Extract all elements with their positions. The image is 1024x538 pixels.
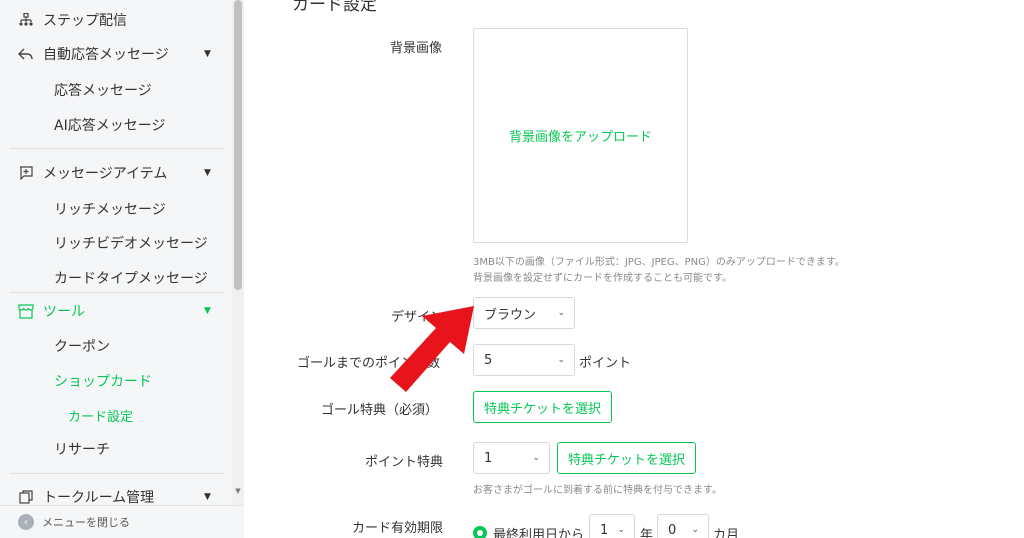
goal-points-value: 5 xyxy=(484,352,493,368)
upload-background-link[interactable]: 背景画像をアップロード xyxy=(509,126,652,145)
point-reward-value: 1 xyxy=(484,450,493,466)
chevron-left-icon: ‹ xyxy=(18,514,34,530)
add-message-icon xyxy=(17,164,35,182)
sidebar-subitem-card-type[interactable]: カードタイプメッセージ xyxy=(54,268,208,288)
talk-room-icon xyxy=(17,488,35,505)
sidebar-item-auto-reply[interactable]: 自動応答メッセージ ▼ xyxy=(0,39,232,69)
page-title: カード設定 xyxy=(292,0,377,15)
year-unit: 年 xyxy=(640,528,654,538)
points-unit: ポイント xyxy=(579,356,632,371)
chevron-down-icon: ⌄ xyxy=(557,308,565,318)
background-upload-area[interactable]: 背景画像をアップロード xyxy=(473,28,688,243)
divider xyxy=(10,473,225,474)
divider xyxy=(10,292,225,293)
scrollbar-thumb[interactable] xyxy=(234,0,242,290)
sidebar-item-talk-room[interactable]: トークルーム管理 ▼ xyxy=(0,482,232,505)
sidebar-subitem-rich-message[interactable]: リッチメッセージ xyxy=(54,199,166,219)
expiry-month-select[interactable]: 0 ⌄ xyxy=(657,514,709,538)
close-menu-button[interactable]: ‹ メニューを閉じる xyxy=(0,505,244,538)
scroll-down-arrow-icon[interactable]: ▼ xyxy=(234,487,242,495)
expiry-year-value: 1 xyxy=(600,522,609,538)
expiry-year-select[interactable]: 1 ⌄ xyxy=(589,514,635,538)
sidebar-subitem-reply-message[interactable]: 応答メッセージ xyxy=(54,80,152,100)
sidebar-scrollbar[interactable]: ▼ xyxy=(232,0,244,505)
point-reward-help-text: お客さまがゴールに到着する前に特典を付与できます。 xyxy=(473,485,722,496)
expiry-month-value: 0 xyxy=(668,522,677,538)
sidebar-item-step-delivery[interactable]: ステップ配信 xyxy=(0,5,232,35)
point-reward-select-ticket-button[interactable]: 特典チケットを選択 xyxy=(557,442,697,474)
sidebar-item-label: メッセージアイテム xyxy=(43,166,168,182)
reply-icon xyxy=(17,45,35,63)
sidebar-nav: ステップ配信 自動応答メッセージ ▼ 応答メッセージ AI応答メッセージ メッセ… xyxy=(0,0,232,505)
chevron-down-icon: ⌄ xyxy=(691,525,699,535)
sidebar-subitem-ai-reply[interactable]: AI応答メッセージ xyxy=(54,115,165,135)
sidebar-item-label: ステップ配信 xyxy=(43,13,127,29)
point-reward-label: ポイント特典 xyxy=(365,455,444,470)
chevron-down-icon: ⌄ xyxy=(617,525,625,535)
main-content: カード設定 背景画像 背景画像をアップロード 3MB以下の画像（ファイル形式：J… xyxy=(245,0,1024,538)
sidebar-subitem-research[interactable]: リサーチ xyxy=(54,439,110,459)
upload-help-text: 3MB以下の画像（ファイル形式：JPG、JPEG、PNG）のみアップロードできま… xyxy=(473,257,845,268)
expiry-option-label: 最終利用日から xyxy=(493,528,585,538)
caret-down-icon: ▼ xyxy=(204,306,211,316)
month-unit: カ月 xyxy=(713,528,740,538)
sidebar: ステップ配信 自動応答メッセージ ▼ 応答メッセージ AI応答メッセージ メッセ… xyxy=(0,0,244,538)
chevron-down-icon: ⌄ xyxy=(557,355,565,365)
hierarchy-icon xyxy=(17,11,35,29)
close-menu-label: メニューを閉じる xyxy=(42,516,130,529)
caret-down-icon: ▼ xyxy=(204,49,211,59)
point-reward-select[interactable]: 1 ⌄ xyxy=(473,442,550,474)
upload-help-text-2: 背景画像を設定せずにカードを作成することも可能です。 xyxy=(473,273,732,284)
sidebar-subitem-coupon[interactable]: クーポン xyxy=(54,336,110,356)
annotation-arrow-icon xyxy=(390,306,474,392)
sidebar-item-label: ツール xyxy=(43,304,85,320)
sidebar-item-label: トークルーム管理 xyxy=(43,490,155,505)
card-expiry-label: カード有効期限 xyxy=(352,521,444,536)
sidebar-item-label: 自動応答メッセージ xyxy=(43,47,169,63)
goal-reward-select-ticket-button[interactable]: 特典チケットを選択 xyxy=(473,391,613,423)
goal-points-select[interactable]: 5 ⌄ xyxy=(473,344,575,376)
divider xyxy=(10,148,225,149)
sidebar-item-message-items[interactable]: メッセージアイテム ▼ xyxy=(0,158,232,188)
sidebar-subitem-card-settings[interactable]: カード設定 xyxy=(68,406,133,425)
caret-down-icon: ▼ xyxy=(204,168,211,178)
sidebar-subitem-shop-card[interactable]: ショップカード xyxy=(54,371,152,391)
chevron-down-icon: ⌄ xyxy=(532,453,540,463)
goal-reward-label: ゴール特典（必須） xyxy=(321,403,439,418)
background-image-label: 背景画像 xyxy=(390,41,443,56)
expiry-radio-last-use[interactable] xyxy=(473,526,487,538)
sidebar-subitem-rich-video[interactable]: リッチビデオメッセージ xyxy=(54,233,208,253)
sidebar-item-tools[interactable]: ツール ▼ xyxy=(0,296,232,326)
design-select-value: ブラウン xyxy=(484,307,537,323)
design-select[interactable]: ブラウン ⌄ xyxy=(473,297,575,329)
shop-icon xyxy=(17,302,35,320)
caret-down-icon: ▼ xyxy=(204,492,211,502)
